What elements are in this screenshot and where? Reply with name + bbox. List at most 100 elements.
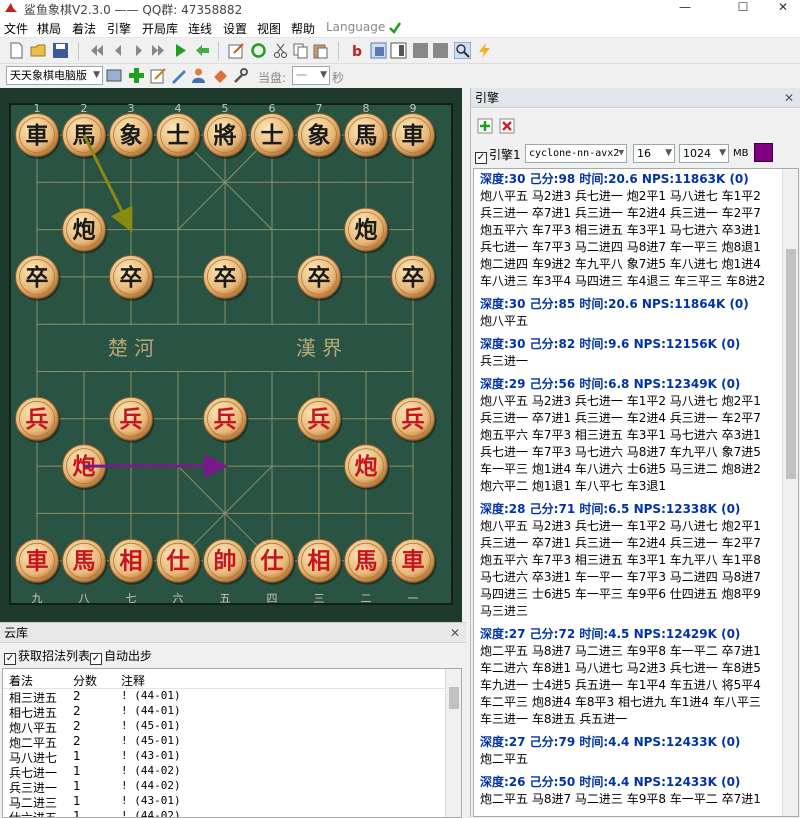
- seconds-label: 秒: [332, 71, 345, 85]
- cloud-moves-table[interactable]: 着法 分数 注释 相三进五 2! (44-01) 相七进五 2! (44-01) 炮八平…: [2, 668, 462, 818]
- threads-dropdown[interactable]: 16 ▼: [633, 144, 675, 163]
- close-icon[interactable]: ✕: [450, 623, 460, 643]
- dangpan-dropdown[interactable]: 一 ▼: [292, 66, 330, 85]
- last-move-icon[interactable]: [150, 42, 167, 59]
- file-number-bottom: 五: [220, 592, 231, 605]
- table-row[interactable]: 马八进七 1! (43-01): [3, 749, 461, 765]
- first-move-icon[interactable]: [88, 42, 105, 59]
- search-icon[interactable]: [454, 42, 471, 59]
- col-note[interactable]: 注释: [121, 672, 145, 689]
- engine1-checkbox[interactable]: ✓ 引擎1: [475, 146, 521, 164]
- svg-text:士: 士: [261, 122, 284, 149]
- save-icon[interactable]: [52, 42, 69, 59]
- open-folder-icon[interactable]: [30, 42, 47, 59]
- engine-info-line: 深度:26 己分:50 时间:4.4 NPS:12433K (0): [480, 775, 741, 789]
- menu-engine[interactable]: 引擎: [107, 20, 131, 37]
- auto-move-checkbox[interactable]: ✓ 自动出步: [90, 647, 152, 665]
- table-row[interactable]: 马二进三 1! (43-01): [3, 794, 461, 810]
- layout-3-icon[interactable]: [412, 42, 429, 59]
- toolbar-separator: [338, 42, 339, 60]
- refresh-icon[interactable]: [250, 42, 267, 59]
- scrollbar-thumb[interactable]: [449, 687, 459, 709]
- svg-text:炮: 炮: [355, 217, 378, 244]
- menu-moves[interactable]: 着法: [72, 20, 96, 37]
- copy-icon[interactable]: [292, 42, 309, 59]
- cloud-table-scrollbar[interactable]: [445, 669, 461, 817]
- edit-board-icon[interactable]: [228, 42, 245, 59]
- table-row[interactable]: 兵七进一 1! (44-02): [3, 764, 461, 780]
- menu-help[interactable]: 帮助: [291, 20, 315, 37]
- engine-pv-line: 兵三进一: [480, 354, 529, 368]
- engine-pv-line: 车二平三 炮8进4 车8平3 相七进九 车1进4 车八平三: [480, 695, 761, 709]
- engine-pv-line: 车八进三 车3平4 马四进三 车4退三 车三平三 车8进2: [480, 274, 766, 288]
- hash-dropdown[interactable]: 1024 ▼: [679, 144, 729, 163]
- engine-output[interactable]: 深度:30 己分:98 时间:20.6 NPS:11863K (0) 炮八平五 马…: [473, 168, 799, 817]
- fetch-moves-checkbox[interactable]: ✓ 获取招法列表: [4, 647, 90, 665]
- note-cell: ! (44-01): [121, 704, 181, 717]
- svg-text:相: 相: [120, 548, 143, 575]
- bold-b-icon[interactable]: b: [348, 42, 365, 59]
- eraser-icon[interactable]: [212, 67, 229, 84]
- score-cell: 1: [73, 749, 81, 763]
- menu-game[interactable]: 棋局: [37, 20, 61, 37]
- close-icon[interactable]: ✕: [784, 88, 794, 108]
- engine-pv-line: 车二进六 车8进1 马八进七 马2进3 兵七进一 车8进5: [480, 661, 761, 675]
- back-arrow-icon[interactable]: [194, 42, 211, 59]
- menu-settings[interactable]: 设置: [223, 20, 247, 37]
- menu-language[interactable]: Language: [326, 20, 385, 34]
- table-row[interactable]: 炮八平五 2! (45-01): [3, 719, 461, 735]
- col-move[interactable]: 着法: [9, 672, 33, 689]
- add-engine-icon[interactable]: [477, 118, 493, 134]
- col-score[interactable]: 分数: [73, 672, 97, 689]
- remove-engine-icon[interactable]: [499, 118, 515, 134]
- score-cell: 1: [73, 794, 81, 808]
- prev-move-icon[interactable]: [110, 42, 127, 59]
- edit-icon[interactable]: [150, 67, 167, 84]
- table-row[interactable]: 相七进五 2! (44-01): [3, 704, 461, 720]
- lightning-icon[interactable]: [476, 42, 493, 59]
- cut-icon[interactable]: [272, 42, 289, 59]
- note-cell: ! (44-02): [121, 779, 181, 792]
- scrollbar-thumb[interactable]: [786, 249, 796, 479]
- layout-1-icon[interactable]: [370, 42, 387, 59]
- toolbar-separator: [218, 42, 219, 60]
- chevron-down-icon: ▼: [320, 70, 327, 80]
- engine-output-scrollbar[interactable]: [782, 169, 798, 816]
- engine-select-dropdown[interactable]: 天天象棋电脑版 ▼: [6, 66, 103, 85]
- layout-2-icon[interactable]: [390, 42, 407, 59]
- engine-color-swatch[interactable]: [754, 143, 773, 162]
- menu-opening-book[interactable]: 开局库: [142, 20, 178, 37]
- paste-icon[interactable]: [312, 42, 329, 59]
- table-row[interactable]: 兵三进一 1! (44-02): [3, 779, 461, 795]
- layout-4-icon[interactable]: [432, 42, 449, 59]
- menu-bar: 文件 棋局 着法 引擎 开局库 连线 设置 视图 帮助 Language: [0, 18, 800, 38]
- chevron-down-icon: ▼: [93, 70, 100, 80]
- play-icon[interactable]: [172, 42, 189, 59]
- xiangqi-board[interactable]: 123456789 九八七六五四三二一 楚 河漢 界 車馬象士將士象馬車炮 炮卒卒…: [0, 88, 462, 622]
- table-row[interactable]: 炮二平五 2! (45-01): [3, 734, 461, 750]
- svg-text:馬: 馬: [355, 122, 378, 149]
- svg-text:兵: 兵: [402, 406, 425, 433]
- next-move-icon[interactable]: [130, 42, 147, 59]
- menu-file[interactable]: 文件: [4, 20, 28, 37]
- new-file-icon[interactable]: [8, 42, 25, 59]
- board-screen-icon[interactable]: [106, 67, 123, 84]
- engine-name-dropdown[interactable]: cyclone-nn-avx2 ▼: [525, 144, 627, 163]
- table-row[interactable]: 相三进五 2! (44-01): [3, 689, 461, 705]
- xiangqi-board-panel[interactable]: 123456789 九八七六五四三二一 楚 河漢 界 車馬象士將士象馬車炮炮卒卒…: [0, 88, 462, 622]
- menu-connect[interactable]: 连线: [188, 20, 212, 37]
- add-icon[interactable]: [128, 67, 145, 84]
- chevron-down-icon: ▼: [719, 148, 726, 158]
- score-cell: 2: [73, 704, 81, 718]
- tool-icon[interactable]: [232, 67, 249, 84]
- river-label-chu: 楚 河: [108, 336, 154, 360]
- engine-pv-line: 炮五平六 车7平3 相三进五 车3平1 车九平八 车1平8: [480, 553, 761, 567]
- user-icon[interactable]: [190, 67, 207, 84]
- svg-text:象: 象: [308, 122, 331, 149]
- close-button[interactable]: ✕: [760, 0, 800, 18]
- pen-icon[interactable]: [170, 67, 187, 84]
- engine-pv-line: 马七进六 卒3进1 车一平一 车7平3 马二进四 马8进7: [480, 570, 761, 584]
- minimize-button[interactable]: —: [662, 0, 708, 18]
- menu-view[interactable]: 视图: [257, 20, 281, 37]
- file-number-bottom: 一: [408, 592, 419, 605]
